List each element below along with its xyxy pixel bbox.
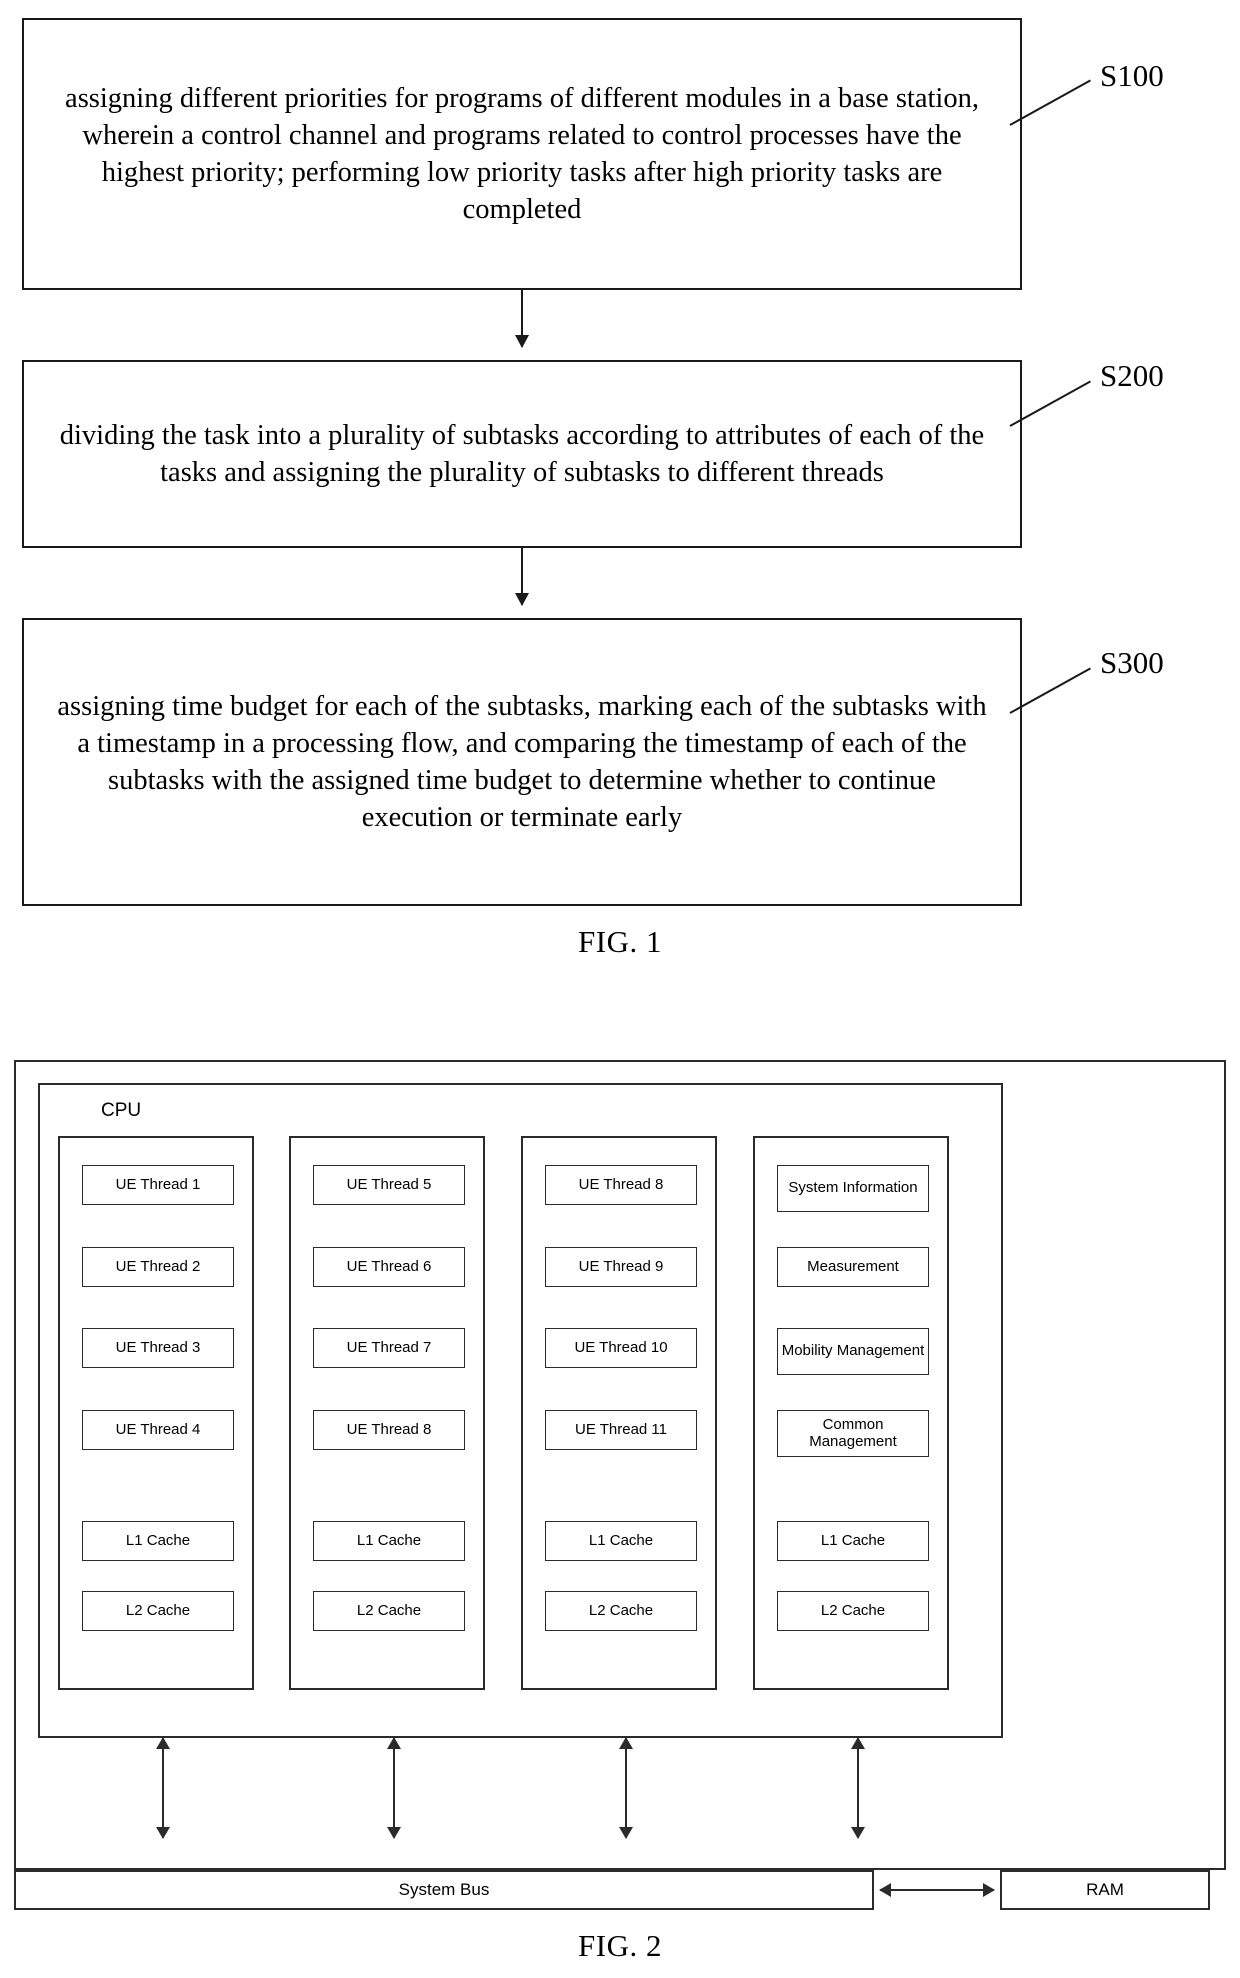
l2-cache-cell: L2 Cache: [777, 1591, 929, 1631]
core-3-bus-arrow: [619, 1737, 633, 1839]
flowchart-step-s300-text: assigning time budget for each of the su…: [57, 690, 987, 834]
flowchart-step-s200: dividing the task into a plurality of su…: [22, 360, 1022, 548]
thread-cell: UE Thread 8: [545, 1165, 697, 1205]
l1-cache-cell: L1 Cache: [545, 1521, 697, 1561]
figure-2-caption: FIG. 2: [578, 1928, 662, 1963]
step-label-s300: S300: [1100, 645, 1164, 680]
ram-block: RAM: [1000, 1870, 1210, 1910]
core-2-bus-arrow: [387, 1737, 401, 1839]
arrow-s200-to-s300: [515, 548, 529, 606]
cpu-core-1: UE Thread 1 UE Thread 2 UE Thread 3 UE T…: [58, 1136, 254, 1690]
l1-cache-cell: L1 Cache: [777, 1521, 929, 1561]
cpu-label: CPU: [101, 1100, 142, 1121]
flowchart-step-s300: assigning time budget for each of the su…: [22, 618, 1022, 906]
l2-cache-cell: L2 Cache: [545, 1591, 697, 1631]
figure-1: assigning different priorities for progr…: [0, 0, 1240, 1020]
thread-cell: UE Thread 9: [545, 1247, 697, 1287]
step-label-s100: S100: [1100, 58, 1164, 93]
thread-cell: UE Thread 4: [82, 1410, 234, 1450]
function-cell: Common Management: [777, 1410, 929, 1457]
flowchart-step-s200-text: dividing the task into a plurality of su…: [59, 419, 985, 488]
l2-cache-cell: L2 Cache: [313, 1591, 465, 1631]
thread-cell: UE Thread 3: [82, 1328, 234, 1368]
thread-cell: UE Thread 7: [313, 1328, 465, 1368]
flowchart-step-s100-text: assigning different priorities for progr…: [65, 82, 979, 226]
cpu-core-2: UE Thread 5 UE Thread 6 UE Thread 7 UE T…: [289, 1136, 485, 1690]
system-bus: System Bus: [14, 1870, 874, 1910]
thread-cell: UE Thread 8: [313, 1410, 465, 1450]
function-cell: Mobility Management: [777, 1328, 929, 1375]
cpu-core-4: System Information Measurement Mobility …: [753, 1136, 949, 1690]
step-label-s200: S200: [1100, 358, 1164, 393]
figure-2: CPU UE Thread 1 UE Thread 2 UE Thread 3 …: [0, 1030, 1240, 1978]
arrow-s100-to-s200: [515, 290, 529, 348]
figure-1-caption: FIG. 1: [578, 924, 662, 959]
thread-cell: UE Thread 1: [82, 1165, 234, 1205]
l2-cache-cell: L2 Cache: [82, 1591, 234, 1631]
core-1-bus-arrow: [156, 1737, 170, 1839]
bus-ram-arrow: [879, 1883, 995, 1897]
thread-cell: UE Thread 2: [82, 1247, 234, 1287]
system-frame: CPU UE Thread 1 UE Thread 2 UE Thread 3 …: [14, 1060, 1226, 1870]
thread-cell: UE Thread 5: [313, 1165, 465, 1205]
core-4-bus-arrow: [851, 1737, 865, 1839]
thread-cell: UE Thread 6: [313, 1247, 465, 1287]
flowchart-step-s100: assigning different priorities for progr…: [22, 18, 1022, 290]
cpu-core-3: UE Thread 8 UE Thread 9 UE Thread 10 UE …: [521, 1136, 717, 1690]
thread-cell: UE Thread 11: [545, 1410, 697, 1450]
thread-cell: UE Thread 10: [545, 1328, 697, 1368]
l1-cache-cell: L1 Cache: [82, 1521, 234, 1561]
l1-cache-cell: L1 Cache: [313, 1521, 465, 1561]
function-cell: System Information: [777, 1165, 929, 1212]
function-cell: Measurement: [777, 1247, 929, 1287]
